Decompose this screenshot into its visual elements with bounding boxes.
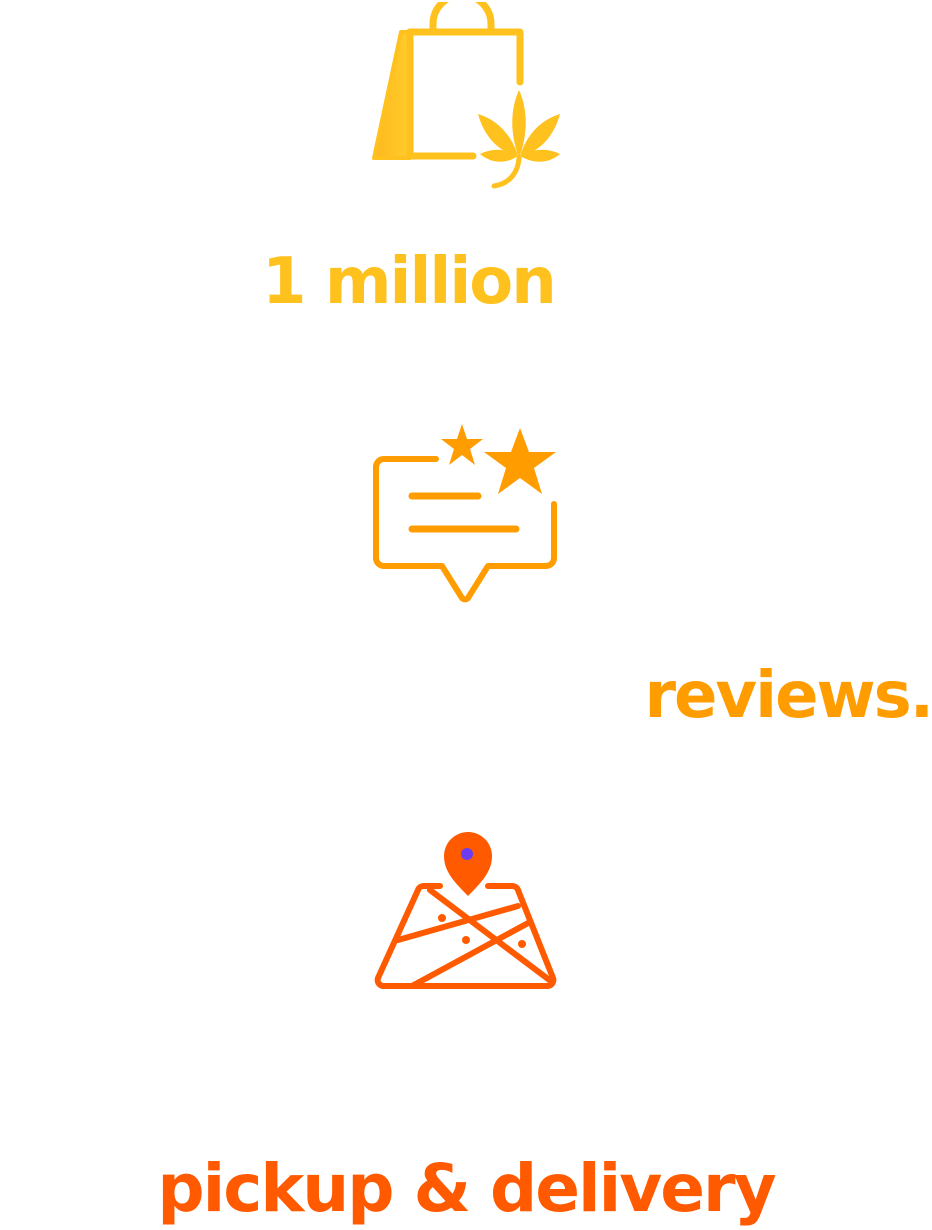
stat-pickup-delivery-text: pickup & delivery: [157, 1150, 776, 1227]
stat-million-text: 1 million: [262, 245, 557, 319]
map-location-pin-icon: [374, 832, 557, 989]
review-stars-speech-bubble-icon: [373, 424, 557, 603]
shopping-bag-cannabis-icon: [372, 2, 560, 189]
stat-reviews-text: reviews.: [644, 659, 932, 733]
